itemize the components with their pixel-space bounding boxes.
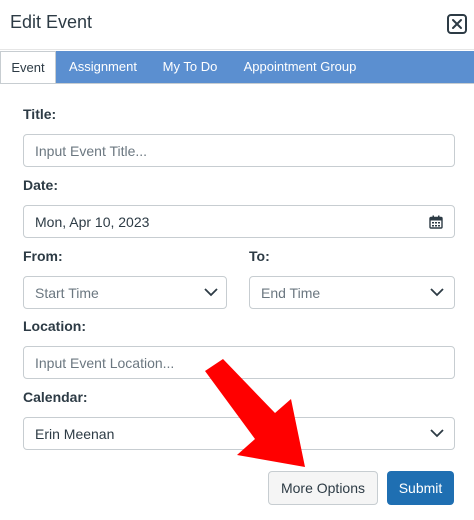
dialog-title: Edit Event: [10, 12, 93, 32]
title-placeholder: Input Event Title...: [35, 143, 148, 159]
close-icon: [452, 19, 462, 29]
calendar-value: Erin Meenan: [35, 426, 115, 442]
end-time-placeholder: End Time: [261, 285, 321, 301]
submit-button[interactable]: Submit: [387, 471, 454, 505]
dialog-header: Edit Event: [0, 0, 474, 50]
close-button[interactable]: [447, 14, 467, 34]
tab-divider: [0, 83, 474, 84]
chevron-down-icon: [430, 288, 444, 297]
calendar-label: Calendar:: [23, 389, 88, 405]
tab-assignment[interactable]: Assignment: [58, 51, 148, 83]
to-label: To:: [249, 248, 270, 264]
start-time-placeholder: Start Time: [35, 285, 99, 301]
tab-appointment-group[interactable]: Appointment Group: [235, 51, 365, 83]
chevron-down-icon: [204, 288, 218, 297]
date-label: Date:: [23, 177, 59, 193]
tab-my-to-do[interactable]: My To Do: [152, 51, 228, 83]
calendar-icon[interactable]: [429, 215, 443, 229]
title-input[interactable]: Input Event Title...: [23, 134, 455, 167]
tab-bar: Event Assignment My To Do Appointment Gr…: [0, 51, 474, 83]
more-options-button[interactable]: More Options: [268, 471, 378, 505]
from-label: From:: [23, 248, 63, 264]
date-value: Mon, Apr 10, 2023: [35, 214, 150, 230]
location-label: Location:: [23, 318, 86, 334]
location-placeholder: Input Event Location...: [35, 355, 175, 371]
tab-event[interactable]: Event: [0, 51, 56, 83]
date-input[interactable]: Mon, Apr 10, 2023: [23, 205, 455, 238]
title-label: Title:: [23, 106, 57, 122]
start-time-select[interactable]: Start Time: [23, 276, 227, 309]
chevron-down-icon: [430, 429, 444, 438]
annotation-arrow-icon: [205, 359, 305, 467]
end-time-select[interactable]: End Time: [249, 276, 455, 309]
